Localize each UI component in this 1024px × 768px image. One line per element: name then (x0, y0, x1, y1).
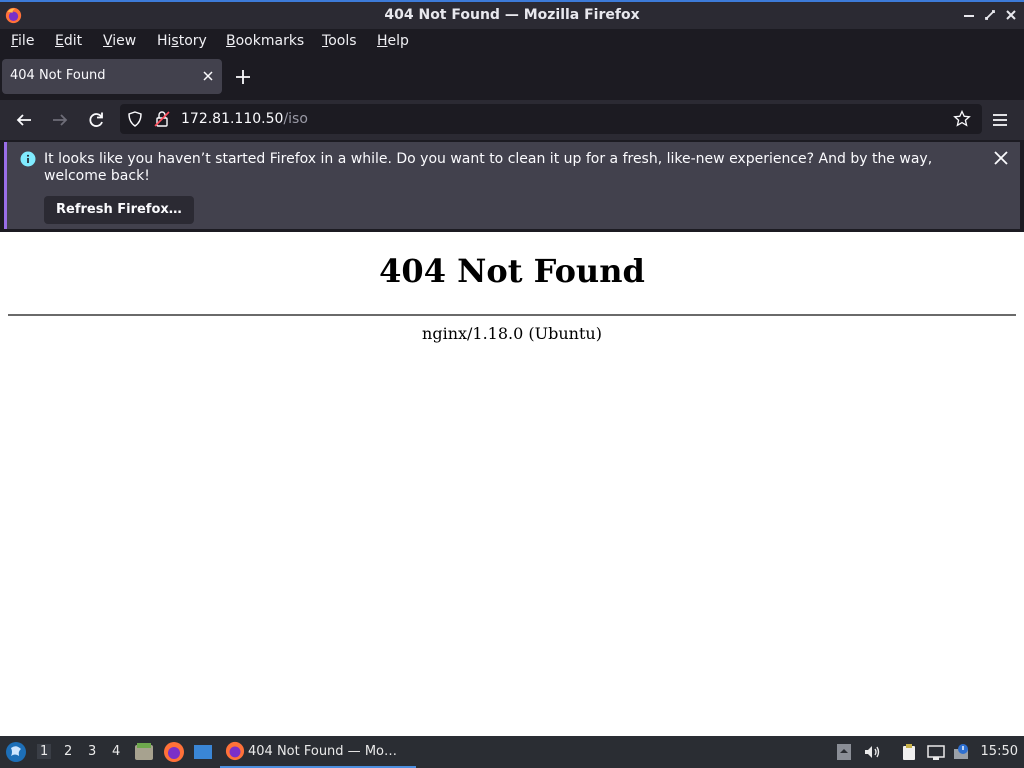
menu-bookmarks[interactable]: Bookmarks (226, 33, 304, 49)
menu-help[interactable]: Help (377, 33, 409, 49)
workspace-2[interactable]: 2 (64, 744, 72, 759)
bookmark-star-icon[interactable] (953, 110, 971, 128)
workspace-3[interactable]: 3 (88, 744, 96, 759)
menu-view[interactable]: View (103, 33, 136, 49)
workspace-1[interactable]: 1 (37, 744, 52, 759)
tray-arrow-icon[interactable] (835, 743, 853, 761)
network-icon[interactable] (927, 743, 945, 761)
taskbar-task-firefox[interactable]: 404 Not Found — Mo… (220, 736, 416, 768)
url-bar[interactable]: 172.81.110.50/iso (120, 104, 982, 134)
menu-tools[interactable]: Tools (322, 33, 357, 49)
update-notifier-icon[interactable] (953, 743, 971, 761)
clipboard-icon[interactable] (900, 743, 918, 761)
close-window-icon[interactable] (1004, 8, 1018, 22)
close-notification-icon[interactable] (994, 151, 1008, 165)
menu-file[interactable]: File (11, 33, 34, 49)
page-heading: 404 Not Found (379, 252, 645, 290)
firefox-launcher-icon[interactable] (163, 741, 185, 763)
clock: 15:50 (980, 744, 1018, 759)
navigation-bar: 172.81.110.50/iso (0, 100, 1024, 140)
desktop-icon[interactable] (192, 741, 214, 763)
close-tab-icon[interactable] (202, 70, 214, 82)
url-text[interactable]: 172.81.110.50/iso (181, 111, 308, 127)
menu-history[interactable]: History (157, 33, 207, 49)
window-title: 404 Not Found — Mozilla Firefox (384, 7, 640, 23)
url-host: 172.81.110.50 (181, 111, 284, 127)
task-label: 404 Not Found — Mo… (248, 744, 397, 759)
start-menu-icon[interactable] (5, 741, 27, 763)
file-manager-icon[interactable] (133, 741, 155, 763)
refresh-firefox-notification: It looks like you haven’t started Firefo… (4, 142, 1020, 229)
info-icon (20, 151, 36, 167)
menu-edit[interactable]: Edit (55, 33, 82, 49)
app-menu-hamburger-icon[interactable] (989, 109, 1011, 131)
forward-arrow-icon[interactable] (49, 109, 71, 131)
minimize-icon[interactable] (962, 8, 976, 22)
notification-message: It looks like you haven’t started Firefo… (44, 151, 933, 184)
tracking-shield-icon[interactable] (127, 111, 143, 127)
tab-active[interactable]: 404 Not Found (2, 59, 222, 94)
refresh-firefox-button[interactable]: Refresh Firefox… (44, 196, 194, 224)
url-path: /iso (283, 111, 308, 127)
menu-bar: File Edit View History Bookmarks Tools H… (0, 29, 1024, 54)
firefox-task-icon (225, 741, 245, 761)
restore-icon[interactable] (983, 8, 997, 22)
tab-title: 404 Not Found (10, 68, 106, 83)
tab-strip: 404 Not Found (0, 54, 1024, 100)
back-arrow-icon[interactable] (13, 109, 35, 131)
reload-icon[interactable] (85, 109, 107, 131)
new-tab-icon[interactable] (234, 68, 252, 86)
taskbar: 1 2 3 4 404 Not Found — Mo… 15:50 (0, 736, 1024, 768)
server-signature: nginx/1.18.0 (Ubuntu) (422, 324, 602, 343)
workspace-4[interactable]: 4 (112, 744, 120, 759)
page-divider (8, 314, 1016, 316)
page-content: 404 Not Found nginx/1.18.0 (Ubuntu) (0, 232, 1024, 736)
volume-icon[interactable] (863, 743, 881, 761)
window-titlebar: 404 Not Found — Mozilla Firefox (0, 0, 1024, 29)
insecure-lock-icon[interactable] (154, 110, 170, 128)
